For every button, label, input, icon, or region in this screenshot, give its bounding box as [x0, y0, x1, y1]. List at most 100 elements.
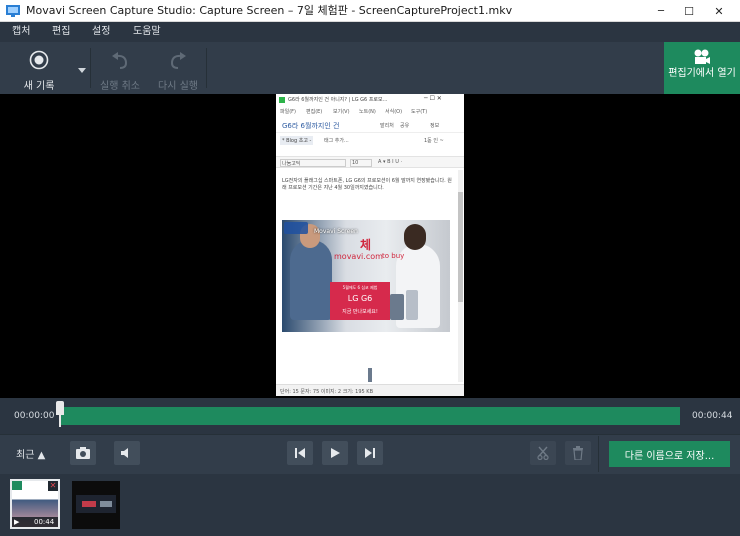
undo-button[interactable]: 실행 취소: [92, 46, 148, 92]
new-record-button[interactable]: 새 기록: [8, 46, 70, 92]
recent-dropdown[interactable]: 최근 ▲: [16, 446, 45, 461]
thumbnail-image-detail: [100, 501, 112, 507]
inner-menu-file: 파일(F): [280, 109, 296, 115]
next-button[interactable]: [357, 441, 383, 465]
inner-menu-tools: 도구(T): [411, 109, 428, 115]
promo-line-1: 5월에도 6 심코 제법: [342, 285, 378, 290]
inner-format-icons: A ▾ B I U ·: [378, 159, 403, 165]
record-dropdown[interactable]: [76, 46, 88, 90]
screenshot-button[interactable]: [70, 441, 96, 465]
inner-menu-note: 노트(N): [359, 109, 376, 115]
controls-separator: [598, 436, 599, 472]
inner-post-title: G6라 6월까지인 건: [282, 122, 340, 130]
menu-edit[interactable]: 편집: [52, 22, 70, 42]
menu-settings[interactable]: 설정: [92, 22, 110, 42]
inner-share: 공유: [400, 123, 410, 129]
inner-window-title: G6라 6월까지인 건 아니지? | LG G6 프로모...: [288, 97, 388, 103]
open-in-editor-button[interactable]: 편집기에서 열기: [664, 42, 740, 94]
inner-tag-add: 태그 추가...: [324, 138, 349, 144]
toolbar-separator: [206, 48, 207, 88]
inner-post-header: G6라 6월까지인 건 발리처 공유 정보: [276, 117, 464, 133]
scissors-icon: [537, 446, 549, 460]
window-title: Movavi Screen Capture Studio: Capture Sc…: [26, 4, 513, 17]
playhead-line: [59, 415, 61, 427]
person-right-head: [404, 224, 426, 250]
thumbnail-image-detail: [82, 501, 96, 507]
inner-app-icon: [279, 97, 285, 103]
time-end: 00:00:44: [692, 411, 733, 421]
toolbar: 새 기록 실행 취소 다시 실행: [0, 42, 740, 94]
play-button[interactable]: [322, 441, 348, 465]
inner-body-text: LG전자의 플래그십 스마트폰, LG G6의 프로모션이 6월 말까지 연장됐…: [282, 178, 452, 191]
inner-window-controls: ─ ☐ ✕: [424, 95, 442, 102]
inner-status-text: 단어: 15 문자: 75 이미지: 2 크기: 195 KB: [280, 389, 374, 395]
inner-info: 정보: [430, 123, 440, 129]
cut-button[interactable]: [530, 441, 556, 465]
promo-brand: LG G6: [347, 294, 373, 303]
new-record-label: 새 기록: [23, 81, 55, 92]
toolbar-separator: [90, 48, 91, 88]
record-icon: [29, 50, 49, 70]
speaker-icon: [121, 448, 128, 458]
undo-label: 실행 취소: [100, 81, 140, 92]
menu-capture[interactable]: 캡처: [12, 22, 30, 42]
thumbnail-close-icon[interactable]: ✕: [48, 481, 58, 491]
cursor-shape: [368, 368, 372, 382]
inner-scrollbar: [458, 170, 463, 382]
camera-icon: [76, 447, 90, 459]
inner-font-select: 나눔고딕: [280, 159, 346, 167]
image-overlay-badge: [284, 222, 308, 234]
phone-shape: [390, 294, 404, 320]
inner-tag-row: * Blog 초고 - 태그 추가... 1돋 인 ~: [276, 134, 464, 146]
inner-menu-view: 보기(V): [333, 109, 350, 115]
thumbnail-item[interactable]: [72, 481, 120, 529]
skip-forward-icon: [365, 448, 375, 458]
trash-icon: [573, 446, 583, 460]
title-bar: Movavi Screen Capture Studio: Capture Sc…: [0, 0, 740, 22]
chevron-down-icon: [78, 68, 86, 73]
person-left-shape: [290, 240, 332, 320]
inner-font-size: 10: [350, 159, 372, 167]
inner-menu-edit: 편집(E): [306, 109, 323, 115]
promo-box: 5월에도 6 심코 제법 LG G6 지금 만나보세요!: [330, 282, 390, 320]
redo-label: 다시 실행: [158, 81, 198, 92]
inner-scroll-thumb: [458, 192, 463, 302]
redo-icon: [170, 52, 186, 69]
play-small-icon: ▶: [14, 518, 20, 526]
inner-format-bar: 나눔고딕 10 A ▾ B I U ·: [276, 156, 464, 168]
inner-menu-format: 서식(O): [385, 109, 403, 115]
skip-back-icon: [295, 448, 305, 458]
thumbnail-folder-badge: [12, 481, 22, 490]
playhead-handle[interactable]: [56, 401, 64, 427]
play-icon: [331, 448, 340, 458]
volume-button[interactable]: [114, 441, 140, 465]
watermark-text-4: to buy: [382, 252, 405, 260]
inner-title-bar: G6라 6월까지인 건 아니지? | LG G6 프로모... ─ ☐ ✕: [276, 94, 464, 106]
maximize-button[interactable]: ☐: [674, 0, 704, 22]
inner-status-bar: 단어: 15 문자: 75 이미지: 2 크기: 195 KB: [276, 384, 464, 396]
thumbnail-duration: 00:44: [34, 518, 55, 526]
undo-icon: [112, 52, 128, 69]
previous-button[interactable]: [287, 441, 313, 465]
close-button[interactable]: ✕: [704, 0, 734, 22]
watermark-text-1: Movavi Screen: [314, 228, 358, 235]
save-as-button[interactable]: 다른 이름으로 저장...: [609, 441, 730, 467]
time-start: 00:00:00: [14, 411, 55, 421]
inner-promo-image: Movavi Screen 체 movavi.com to buy 5월에도 6…: [282, 220, 450, 332]
menu-bar: 캡처 편집 설정 도움말: [0, 22, 740, 42]
app-icon: [6, 5, 20, 17]
redo-button[interactable]: 다시 실행: [152, 46, 204, 92]
inner-blog-tag: * Blog 초고 -: [280, 136, 314, 145]
watermark-text-3: movavi.com: [334, 252, 383, 261]
thumbnail-item[interactable]: ✕ ▶ 00:44: [10, 479, 60, 529]
phone-shape: [406, 290, 418, 320]
film-camera-icon: [694, 49, 710, 64]
inner-pages: 1돋 인 ~: [424, 138, 444, 144]
menu-help[interactable]: 도움말: [133, 22, 161, 42]
delete-button[interactable]: [565, 441, 591, 465]
timeline-track[interactable]: [60, 407, 680, 425]
watermark-text-2: 체: [360, 238, 372, 252]
promo-line-2: 지금 만나보세요!: [342, 309, 378, 315]
inner-menu-bar: 파일(F) 편집(E) 보기(V) 노트(N) 서식(O) 도구(T): [276, 106, 464, 117]
minimize-button[interactable]: ─: [646, 0, 676, 22]
